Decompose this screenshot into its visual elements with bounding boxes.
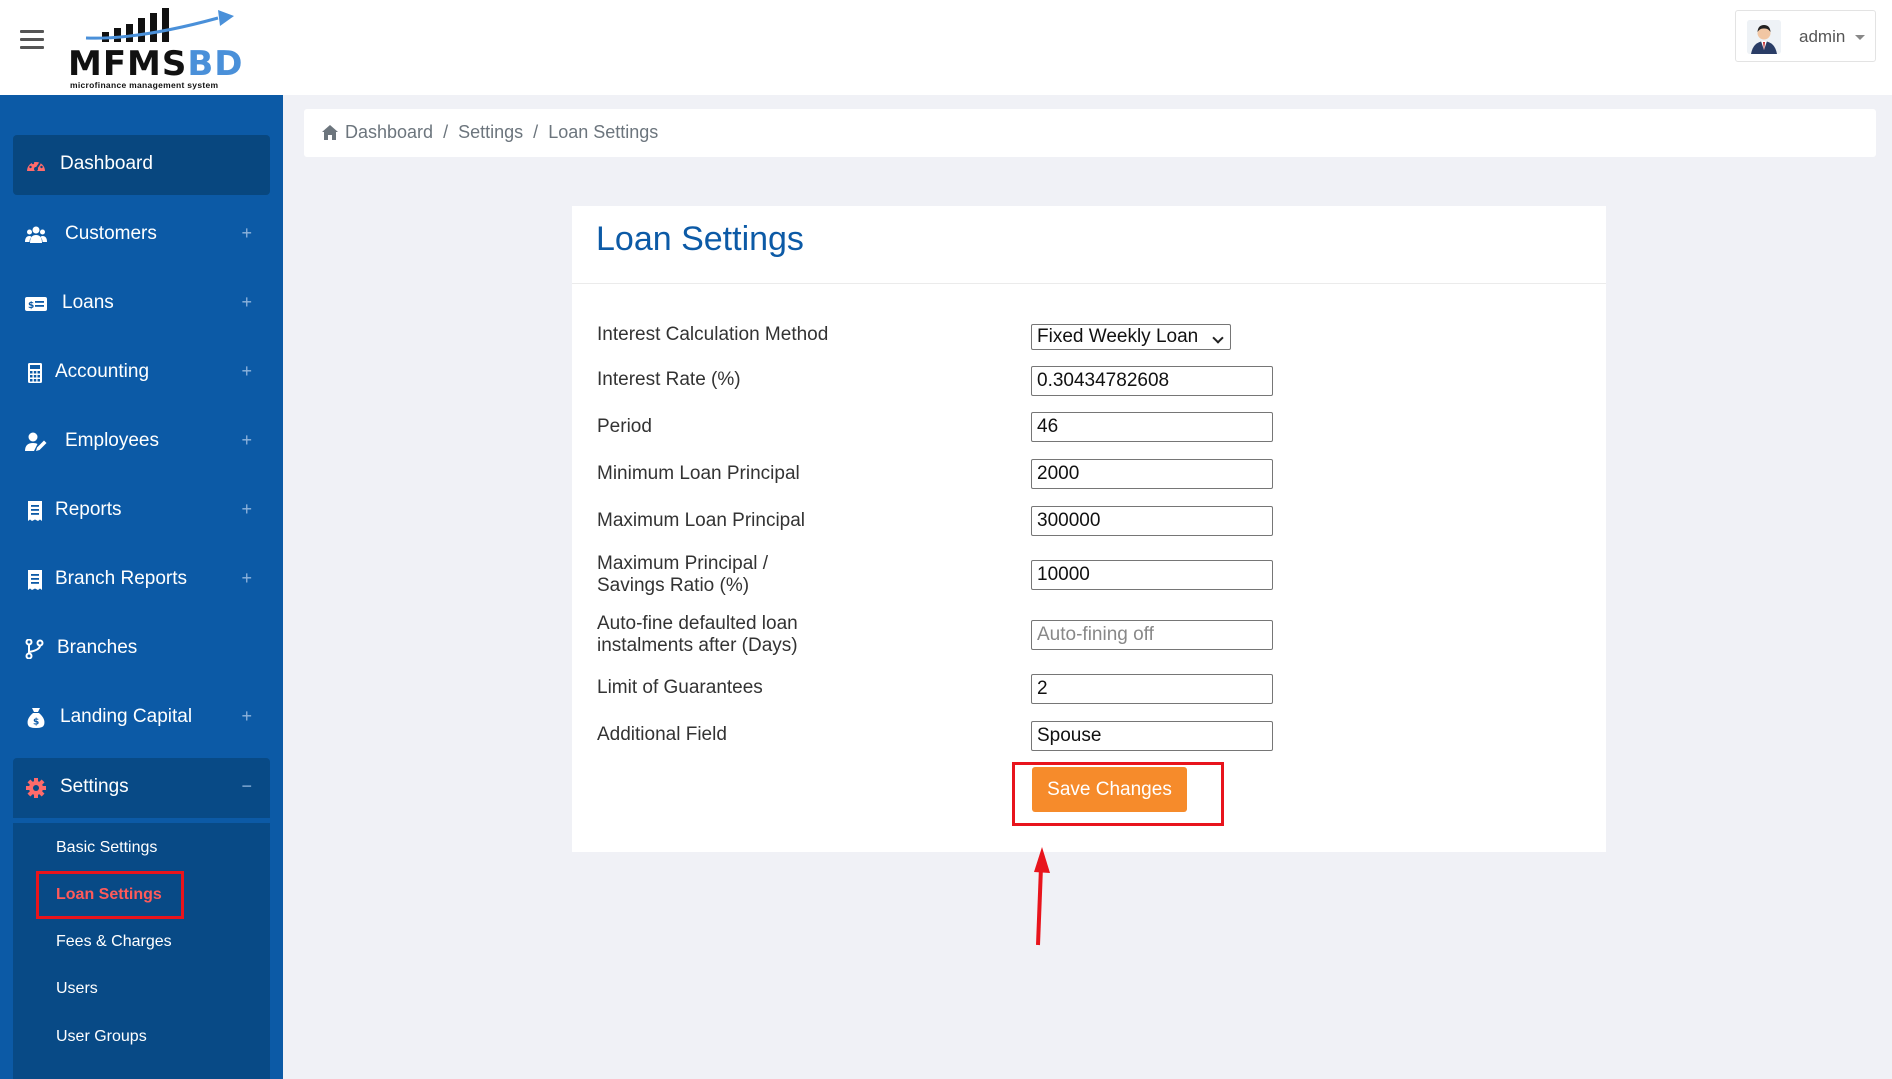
sidebar-item-label: Settings [60,776,129,797]
logo-wordmark: MFMSBD [68,44,244,84]
guarantees-limit-label: Limit of Guarantees [597,677,763,698]
calculator-icon [28,363,42,383]
additional-field-label: Additional Field [597,724,727,745]
submenu-item-user-groups[interactable]: User Groups [56,1028,147,1046]
home-icon[interactable] [322,125,338,140]
breadcrumb-dashboard[interactable]: Dashboard [345,122,433,142]
divider [572,283,1606,284]
sidebar-item-label: Branches [57,637,138,658]
auto-fine-label: Auto-fine defaulted loan instalments aft… [597,613,798,657]
highlight-box-loan-settings [36,871,184,919]
submenu-item-basic-settings[interactable]: Basic Settings [56,839,157,857]
interest-rate-input[interactable] [1031,366,1273,396]
gear-icon [26,778,46,798]
auto-fine-days-input[interactable] [1031,620,1273,650]
receipt-icon [28,570,42,590]
svg-text:$: $ [33,718,39,728]
avatar [1747,20,1781,54]
sidebar-item-label: Loans [62,292,114,313]
arrow-up-icon [1034,847,1050,946]
label-line: Maximum Principal / [597,553,769,574]
settings-submenu: Basic Settings Loan Settings Fees & Char… [13,823,270,1079]
sidebar-item-label: Landing Capital [60,706,193,727]
max-loan-principal-input[interactable] [1031,506,1273,536]
logo[interactable]: MFMSBD microfinance management system [68,4,244,90]
sidebar-item-loans[interactable]: $ Loans + [13,274,270,334]
highlight-box-save [1012,762,1224,826]
logo-tagline: microfinance management system [70,80,219,90]
sidebar-item-label: Reports [55,499,122,520]
user-edit-icon [25,432,47,451]
chevron-down-icon [1212,332,1224,344]
money-bill-icon: $ [25,297,47,311]
principal-savings-ratio-input[interactable] [1031,560,1273,590]
max-loan-principal-label: Maximum Loan Principal [597,510,806,531]
sidebar-item-reports[interactable]: Reports + [13,481,270,541]
expand-icon: + [241,706,252,726]
breadcrumb-separator: / [443,122,449,142]
user-menu[interactable]: admin [1735,10,1876,62]
sidebar-item-branches[interactable]: Branches [13,619,270,679]
breadcrumb: Dashboard / Settings / Loan Settings [304,109,1876,157]
tachometer-icon [27,161,45,171]
svg-text:$: $ [28,301,34,311]
interest-rate-label: Interest Rate (%) [597,369,741,390]
logo-graphic-icon [85,8,234,42]
avatar-icon [1747,20,1781,54]
guarantees-limit-input[interactable] [1031,674,1273,704]
sidebar-item-label: Customers [65,223,157,244]
sidebar-item-landing-capital[interactable]: $ Landing Capital + [13,688,270,748]
min-loan-principal-label: Minimum Loan Principal [597,463,800,484]
interest-method-label: Interest Calculation Method [597,324,829,345]
sidebar-item-accounting[interactable]: Accounting + [13,343,270,403]
period-label: Period [597,416,652,437]
submenu-item-fees-charges[interactable]: Fees & Charges [56,933,172,951]
sidebar-item-label: Dashboard [60,153,153,174]
expand-icon: + [241,430,252,450]
expand-icon: + [241,223,252,243]
expand-icon: + [241,568,252,588]
expand-icon: + [241,499,252,519]
page-title: Loan Settings [596,220,804,258]
submenu-item-users[interactable]: Users [56,980,98,998]
sidebar-item-label: Employees [65,430,159,451]
breadcrumb-settings[interactable]: Settings [458,122,523,142]
label-line: Savings Ratio (%) [597,575,750,596]
code-branch-icon [25,639,44,659]
expand-icon: + [241,292,252,312]
user-name: admin [1799,27,1846,46]
sidebar-item-branch-reports[interactable]: Branch Reports + [13,550,270,610]
collapse-icon: − [241,776,252,796]
expand-icon: + [241,361,252,381]
period-input[interactable] [1031,412,1273,442]
money-bag-icon: $ [27,708,45,728]
label-line: Auto-fine defaulted loan [597,613,798,634]
top-header: MFMSBD microfinance management system ad… [0,0,1892,95]
min-loan-principal-input[interactable] [1031,459,1273,489]
breadcrumb-current: Loan Settings [548,122,659,142]
label-line: instalments after (Days) [597,635,798,656]
hamburger-menu-icon[interactable] [20,30,44,50]
additional-field-input[interactable] [1031,721,1273,751]
sidebar-item-customers[interactable]: Customers + [13,205,270,265]
sidebar-item-label: Branch Reports [55,568,188,589]
sidebar-item-settings[interactable]: Settings − [13,758,270,818]
receipt-icon [28,501,42,521]
sidebar-item-employees[interactable]: Employees + [13,412,270,472]
breadcrumb-separator: / [533,122,539,142]
principal-savings-ratio-label: Maximum Principal / Savings Ratio (%) [597,553,768,597]
sidebar-item-dashboard[interactable]: Dashboard [13,135,270,195]
caret-down-icon [1855,35,1865,40]
sidebar-item-label: Accounting [55,361,150,382]
interest-method-value: Fixed Weekly Loan [1037,326,1199,347]
users-icon [25,226,47,243]
interest-method-select[interactable]: Fixed Weekly Loan [1031,324,1231,350]
loan-settings-card: Loan Settings Interest Calculation Metho… [572,206,1606,852]
